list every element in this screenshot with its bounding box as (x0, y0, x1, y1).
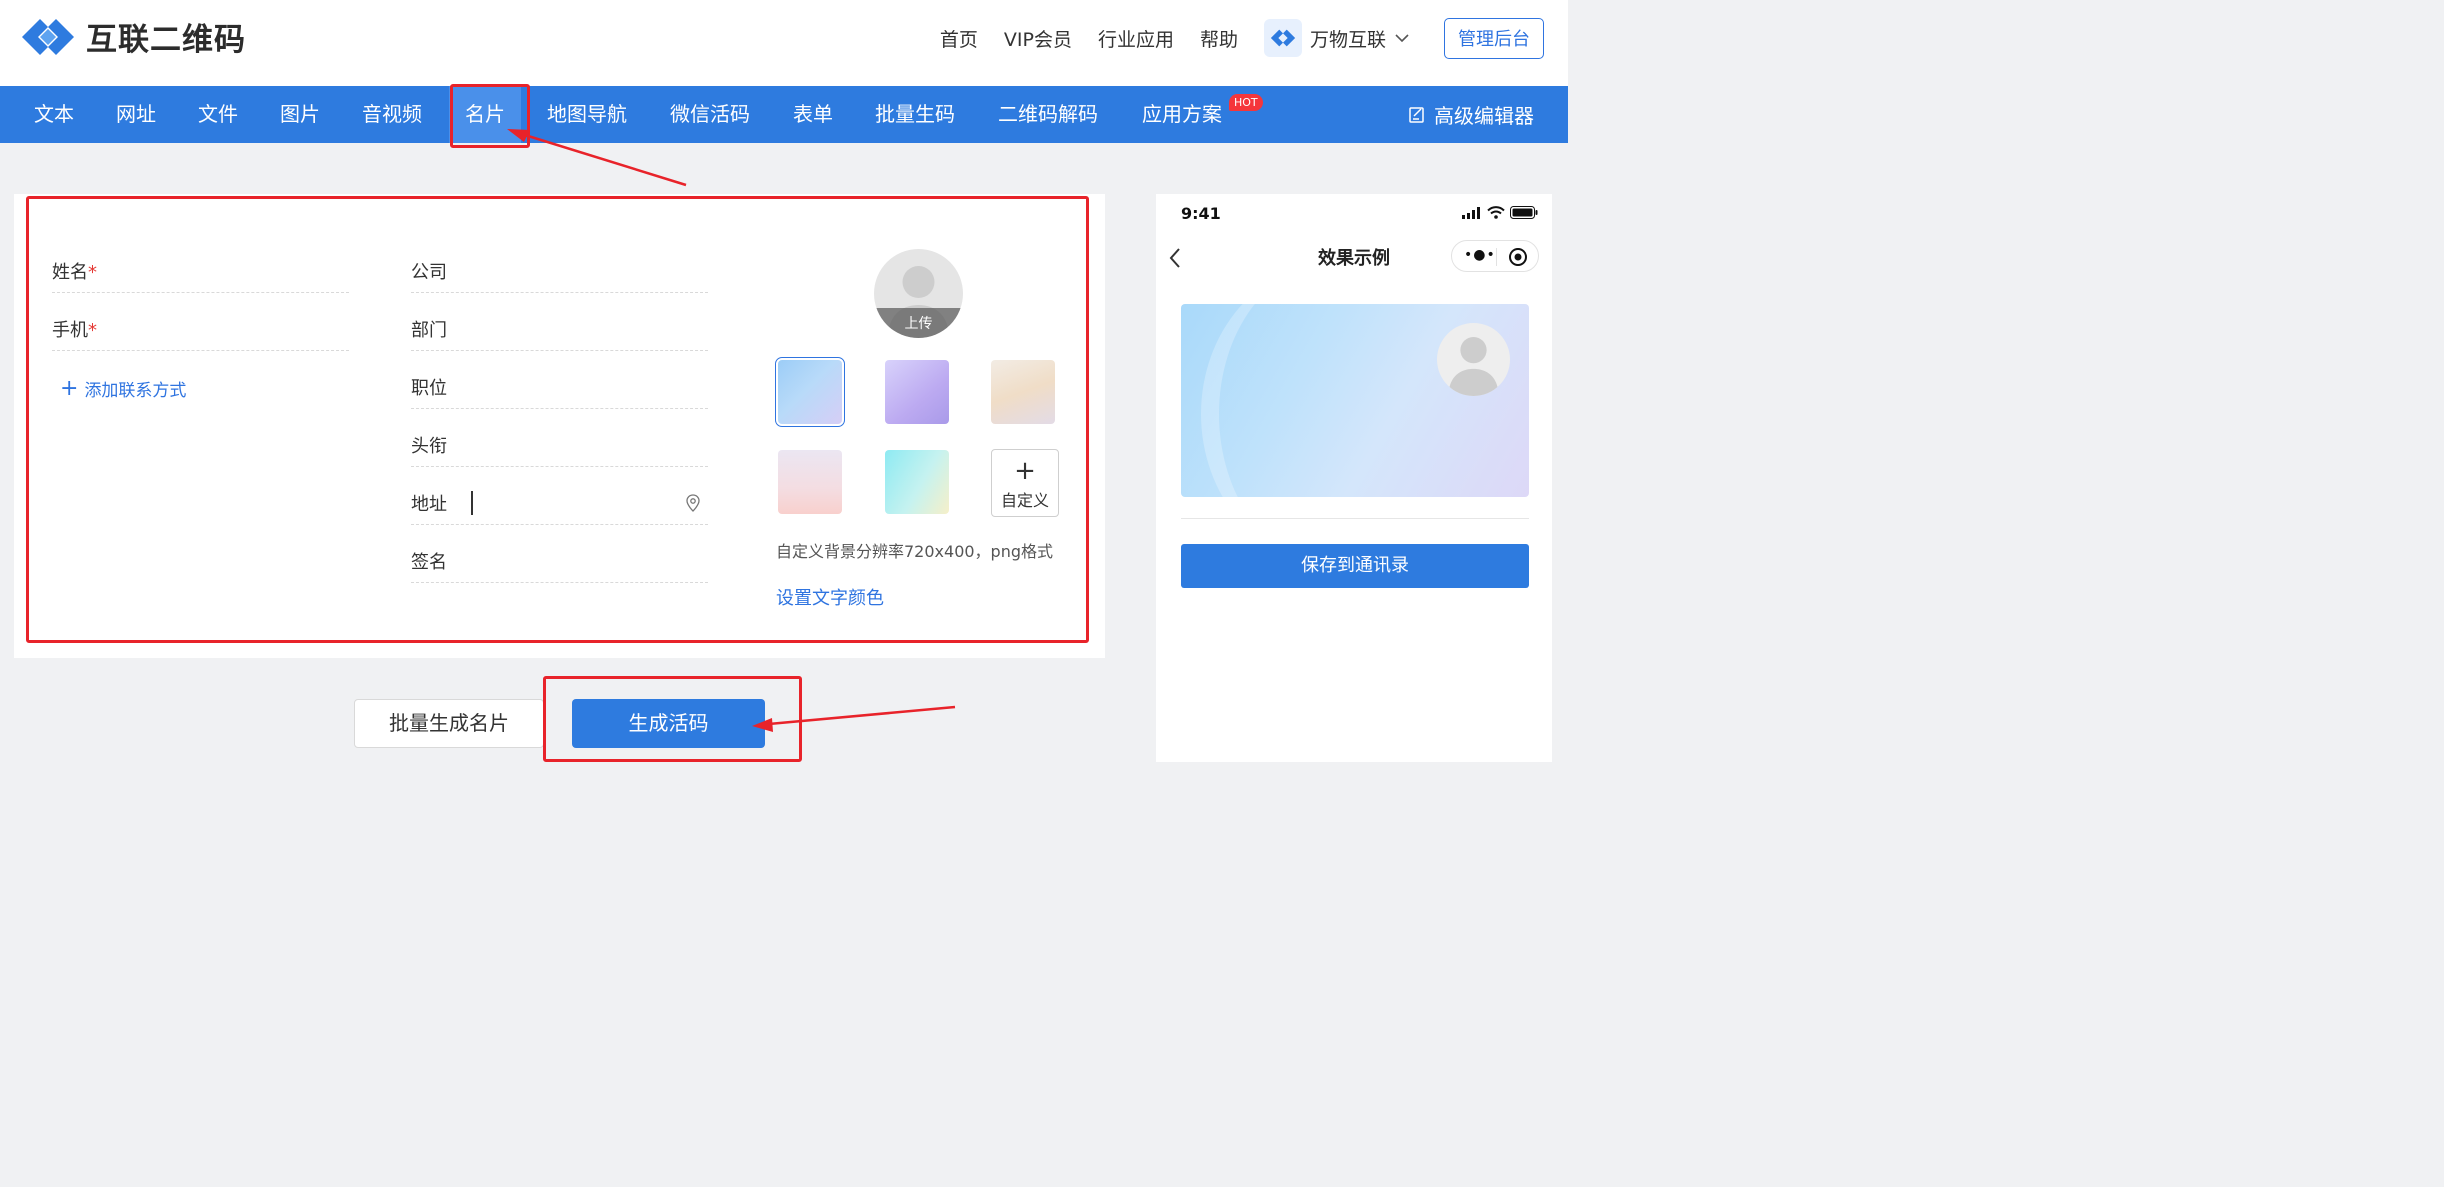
tab-map-navigation[interactable]: 地图导航 (547, 86, 627, 143)
status-time: 9:41 (1181, 204, 1221, 223)
top-header: 互联二维码 首页 VIP会员 行业应用 帮助 万物互联 管理后台 (0, 0, 1568, 86)
save-to-contacts-button[interactable]: 保存到通讯录 (1181, 544, 1529, 588)
annotation-box-generate (543, 676, 802, 762)
advanced-editor-link[interactable]: 高级编辑器 (1408, 86, 1534, 143)
miniprogram-capsule[interactable]: •●• (1451, 240, 1539, 272)
tab-wechat-live-code[interactable]: 微信活码 (670, 86, 750, 143)
person-silhouette-icon (1448, 336, 1499, 396)
tab-batch-generate[interactable]: 批量生码 (875, 86, 955, 143)
hot-badge: HOT (1229, 94, 1263, 111)
battery-icon (1510, 206, 1538, 219)
capsule-divider (1496, 248, 1497, 266)
edit-icon (1409, 106, 1424, 123)
advanced-editor-label: 高级编辑器 (1434, 104, 1534, 128)
nav-industry-link[interactable]: 行业应用 (1098, 25, 1174, 52)
background-swoosh (1201, 304, 1461, 497)
more-dots-icon[interactable]: •●• (1464, 247, 1496, 263)
status-icons (1462, 206, 1538, 219)
site-logo[interactable]: 互联二维码 (18, 14, 246, 59)
chevron-down-icon (1395, 34, 1409, 43)
batch-generate-cards-button[interactable]: 批量生成名片 (354, 699, 544, 748)
card-preview (1181, 304, 1529, 497)
tab-url[interactable]: 网址 (116, 86, 156, 143)
tab-form[interactable]: 表单 (793, 86, 833, 143)
admin-console-button[interactable]: 管理后台 (1444, 17, 1544, 59)
annotation-box-business-card-tab (450, 84, 530, 148)
preview-divider (1181, 518, 1529, 519)
nav-help-link[interactable]: 帮助 (1200, 25, 1238, 52)
tab-text[interactable]: 文本 (34, 86, 74, 143)
top-nav: 首页 VIP会员 行业应用 帮助 万物互联 管理后台 (914, 17, 1544, 59)
nav-vip-link[interactable]: VIP会员 (1004, 25, 1072, 52)
signal-icon (1462, 206, 1480, 219)
preview-avatar (1437, 323, 1510, 396)
tab-image[interactable]: 图片 (280, 86, 320, 143)
category-nav: 文本 网址 文件 图片 音视频 名片 地图导航 微信活码 表单 批量生码 二维码… (0, 86, 1568, 143)
brand-name: 互联二维码 (86, 22, 246, 58)
nav-home-link[interactable]: 首页 (940, 25, 978, 52)
wifi-icon (1487, 206, 1505, 219)
workspace-logo-icon (1263, 19, 1302, 57)
close-target-icon[interactable] (1508, 247, 1528, 267)
annotation-box-form (26, 196, 1089, 643)
logo-icon (22, 18, 74, 55)
workspace-name: 万物互联 (1309, 28, 1386, 51)
tab-file[interactable]: 文件 (198, 86, 238, 143)
tab-qr-decode[interactable]: 二维码解码 (998, 86, 1098, 143)
tab-audio-video[interactable]: 音视频 (362, 86, 422, 143)
tab-solutions[interactable]: 应用方案 (1142, 86, 1222, 143)
workspace-switcher[interactable]: 万物互联 (1263, 19, 1410, 57)
phone-preview: 9:41 效果示例 •●• 保存到通讯录 (1156, 194, 1552, 762)
